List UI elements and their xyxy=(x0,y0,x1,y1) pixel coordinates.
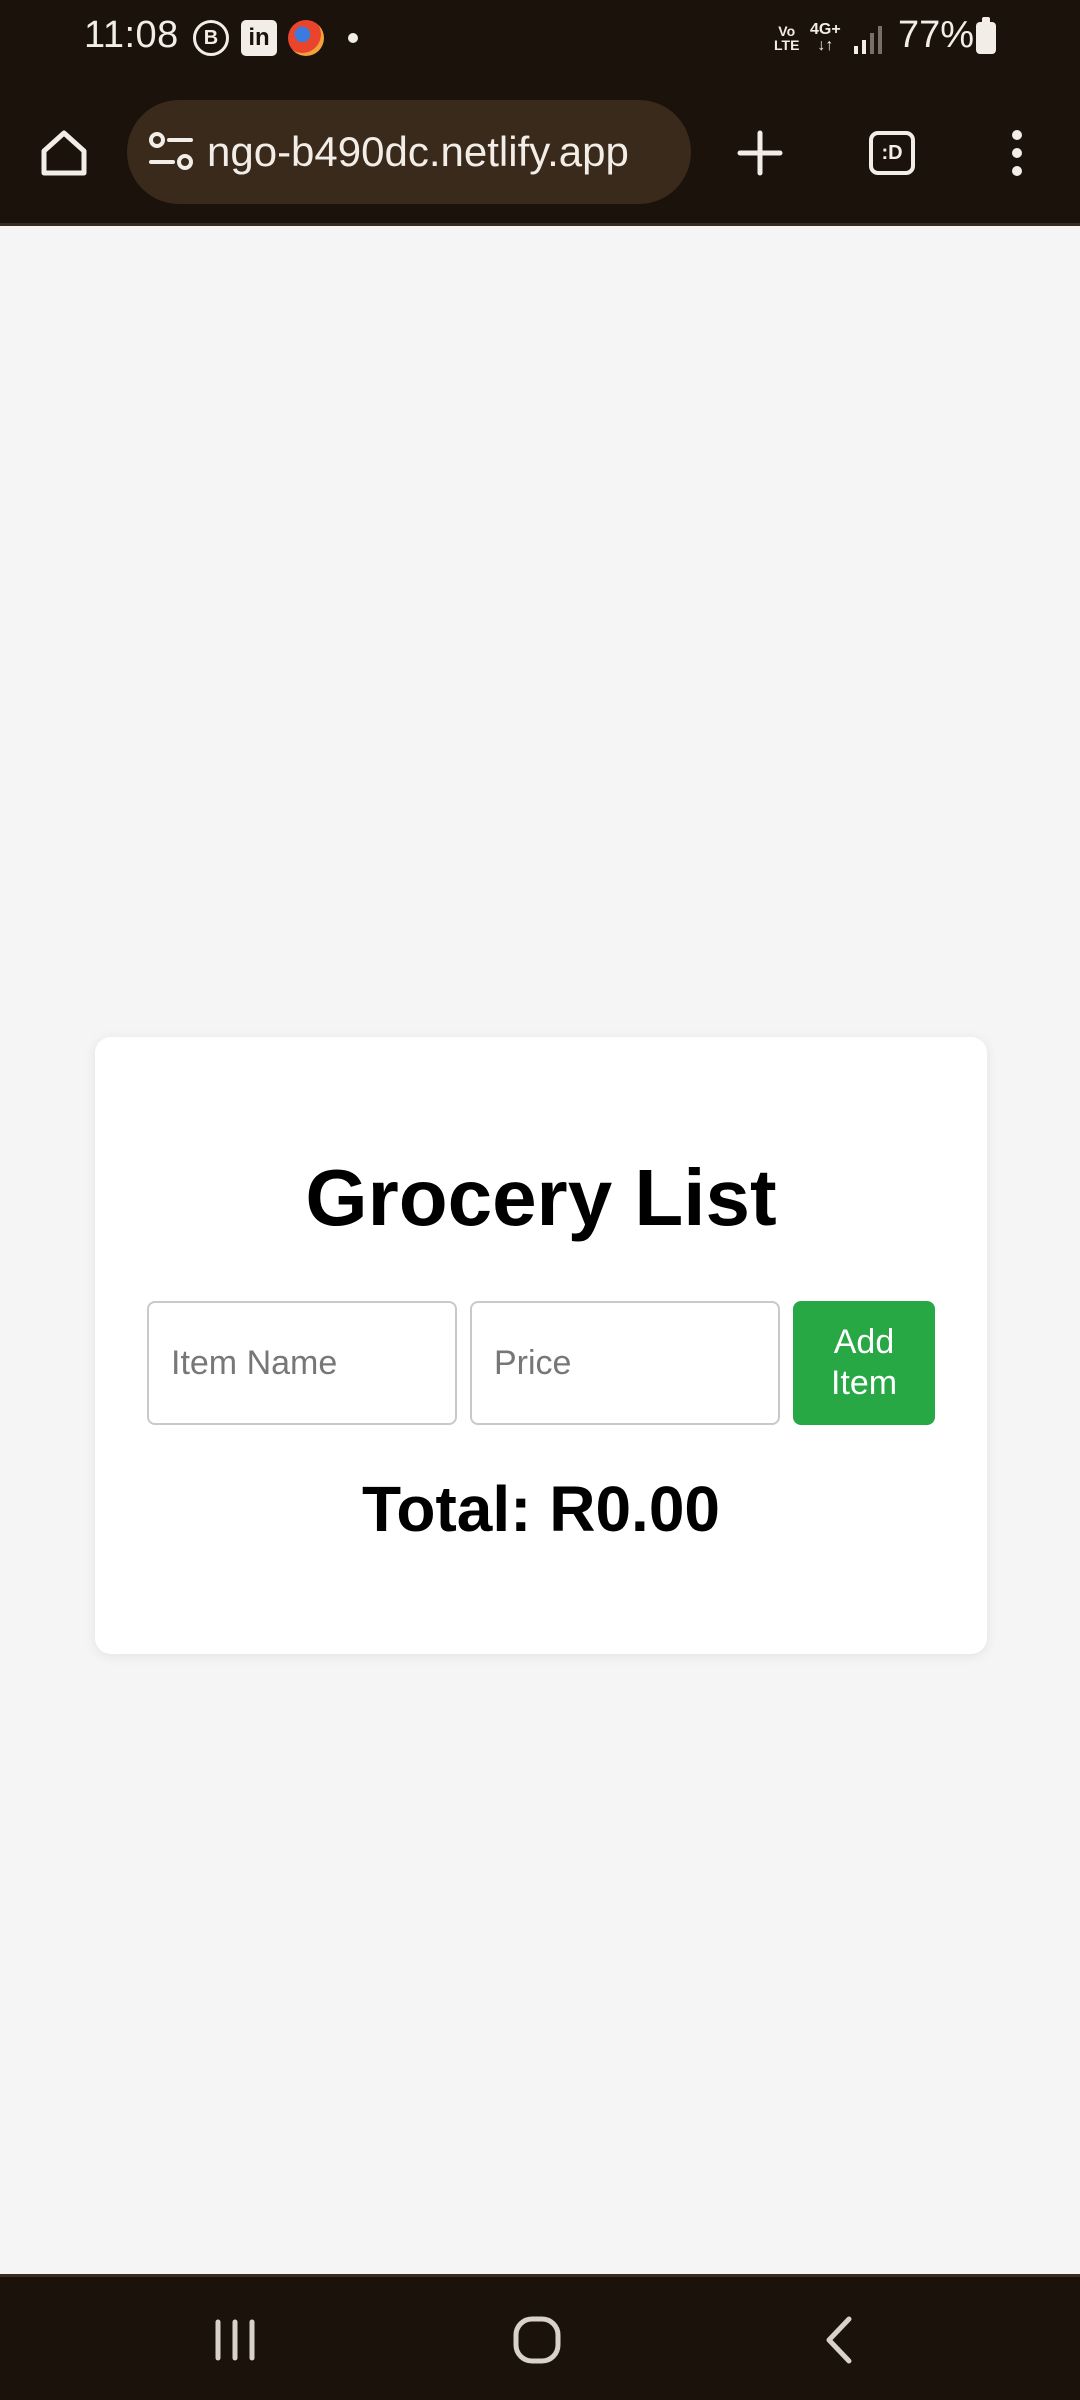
add-item-label-line1: Add xyxy=(833,1323,895,1361)
network-type-label: 4G+ xyxy=(810,21,841,38)
network-activity-arrows: ↓↑ xyxy=(817,37,834,54)
browser-toolbar: ngo-b490dc.netlify.app :D xyxy=(0,76,1080,226)
recent-apps-button[interactable] xyxy=(180,2297,290,2383)
grocery-list-card: Grocery List Add Item Total: R0.00 xyxy=(95,1037,987,1654)
total-amount: Total: R0.00 xyxy=(362,1473,720,1545)
url-text[interactable]: ngo-b490dc.netlify.app xyxy=(207,100,685,204)
add-item-button[interactable]: Add Item xyxy=(793,1301,935,1425)
battery-percentage: 77% xyxy=(898,14,975,56)
network-type-icon: 4G+ ↓↑ xyxy=(810,22,841,54)
home-button[interactable] xyxy=(24,118,104,188)
home-circle-icon xyxy=(513,2316,561,2364)
item-name-input[interactable] xyxy=(147,1301,457,1425)
b-notification-icon: B xyxy=(193,20,229,56)
plus-icon xyxy=(737,130,783,176)
recents-icon xyxy=(215,2319,255,2361)
volte-bottom-label: LTE xyxy=(774,37,800,53)
tab-count: :D xyxy=(869,131,915,175)
new-tab-button[interactable] xyxy=(720,118,800,188)
more-notifications-dot-icon xyxy=(348,33,358,43)
browser-menu-button[interactable] xyxy=(992,118,1042,188)
site-settings-icon[interactable] xyxy=(147,130,195,174)
signal-strength-icon xyxy=(854,26,882,54)
volte-top-label: Vo xyxy=(778,23,796,39)
system-home-button[interactable] xyxy=(482,2297,592,2383)
page-title: Grocery List xyxy=(305,1153,777,1242)
back-button[interactable] xyxy=(784,2297,894,2383)
add-item-label-line2: Item xyxy=(830,1364,898,1402)
status-bar: 11:08 B in Vo LTE 4G+ ↓↑ 77% xyxy=(0,0,1080,76)
battery-icon xyxy=(976,17,996,54)
app-notification-icon xyxy=(288,20,324,56)
more-options-icon xyxy=(1012,130,1022,176)
linkedin-notification-icon: in xyxy=(241,20,277,56)
price-input[interactable] xyxy=(470,1301,780,1425)
back-chevron-icon xyxy=(826,2316,852,2364)
address-bar[interactable]: ngo-b490dc.netlify.app xyxy=(127,100,691,204)
status-time: 11:08 xyxy=(84,14,179,56)
tab-switcher-button[interactable]: :D xyxy=(852,118,932,188)
volte-icon: Vo LTE xyxy=(774,24,799,52)
home-icon xyxy=(41,130,87,176)
navigation-bar xyxy=(0,2274,1080,2400)
